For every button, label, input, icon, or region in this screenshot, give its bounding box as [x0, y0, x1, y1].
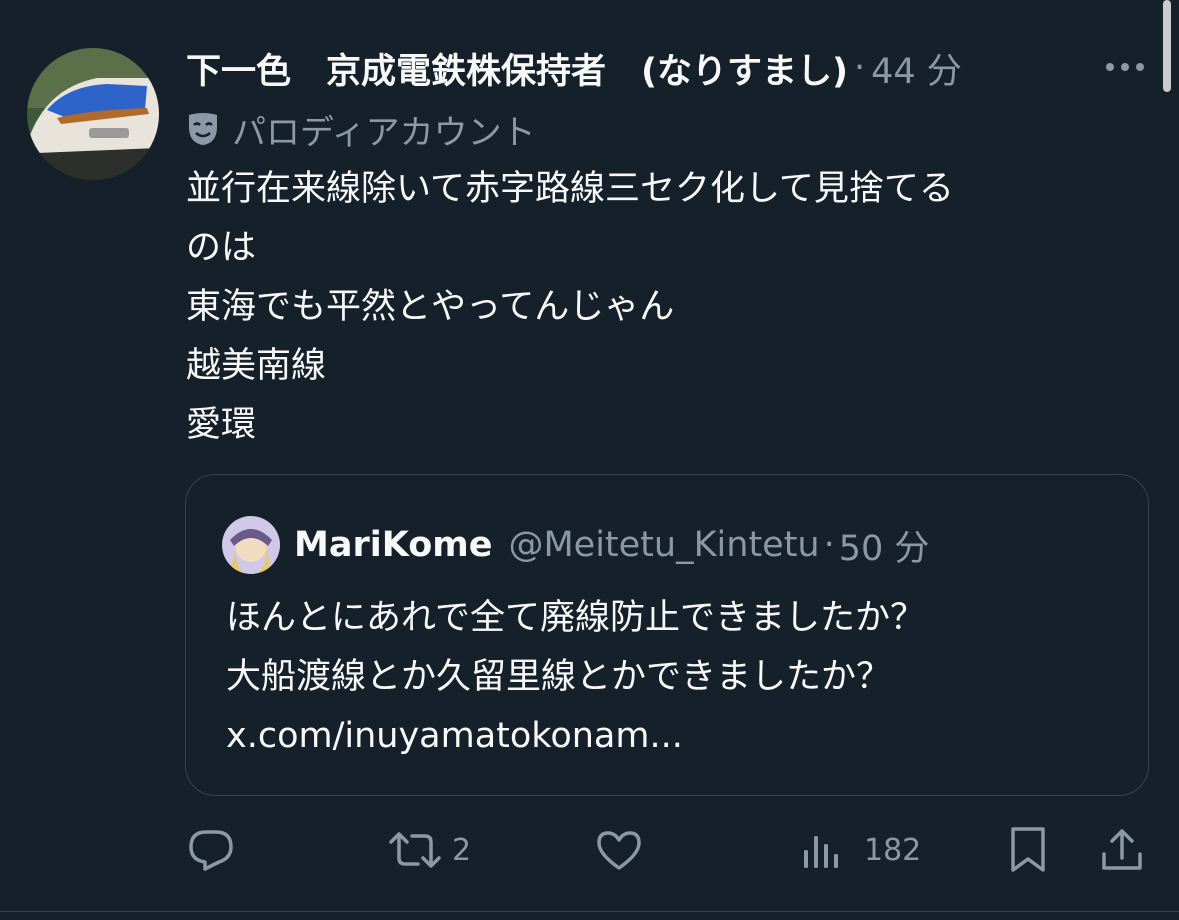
quoted-tweet-header: MariKome @Meitetu_Kintetu · 50 分: [222, 515, 929, 575]
quoted-tweet[interactable]: MariKome @Meitetu_Kintetu · 50 分 ほんとにあれで…: [185, 474, 1149, 796]
tweet-text-line: 並行在来線除いて赤字路線三セク化して見捨てる: [186, 169, 954, 209]
share-button[interactable]: [1100, 820, 1144, 880]
quoted-header-separator: ·: [823, 525, 835, 565]
heart-icon: [597, 831, 641, 870]
more-button[interactable]: [1100, 52, 1150, 82]
share-icon: [1102, 829, 1142, 870]
quoted-author-handle: @Meitetu_Kintetu: [508, 525, 820, 565]
like-button[interactable]: [596, 820, 642, 880]
bookmark-icon: [1011, 827, 1045, 872]
tweet-text-line: 東海でも平然とやってんじゃん: [186, 287, 675, 327]
quoted-author-name: MariKome: [294, 525, 493, 565]
views-button[interactable]: 182: [802, 820, 921, 880]
quoted-author-avatar: [222, 516, 280, 574]
mask-icon: [189, 113, 217, 145]
retweet-count: 2: [452, 832, 472, 868]
tweet-divider: [0, 911, 1179, 912]
author-avatar[interactable]: [27, 48, 159, 180]
bookmark-button[interactable]: [1008, 820, 1048, 880]
tweet-action-bar: 2 182: [0, 820, 1179, 880]
retweet-button[interactable]: 2: [388, 820, 471, 880]
tweet-timestamp[interactable]: 44 分: [871, 43, 962, 94]
tweet-text: 並行在来線除いて赤字路線三セク化して見捨てる のは 東海でも平然とやってんじゃん…: [186, 160, 1146, 455]
views-icon: [804, 836, 838, 868]
quoted-tweet-text: ほんとにあれで全て廃線防止できましたか？ 大船渡線とか久留里線とかできましたか？…: [226, 589, 1126, 766]
parody-account-label: パロディアカウント: [186, 104, 536, 154]
scrollbar[interactable]: [1163, 0, 1171, 92]
retweet-icon: [389, 832, 441, 868]
quoted-tweet-timestamp: 50 分: [838, 528, 930, 569]
reply-button[interactable]: [188, 820, 234, 880]
views-count: 182: [864, 832, 922, 868]
more-icon: [1106, 63, 1144, 71]
tweet-header: 下一色 京成電鉄株保持者 (なりすまし) · 44 分: [186, 40, 962, 96]
tweet-text-line: 愛環: [186, 405, 257, 445]
parody-label-text: パロディアカウント: [232, 112, 536, 153]
tweet-text-line: 越美南線: [186, 346, 327, 386]
tweet-text-line: のは: [186, 228, 257, 268]
author-display-name[interactable]: 下一色 京成電鉄株保持者 (なりすまし): [186, 43, 848, 94]
quoted-text-line: ほんとにあれで全て廃線防止できましたか？: [226, 598, 925, 638]
quoted-text-link[interactable]: x.com/inuyamatokonam...: [226, 707, 1126, 766]
quoted-text-line: 大船渡線とか久留里線とかできましたか？: [226, 657, 892, 697]
header-separator: ·: [854, 48, 866, 88]
reply-icon: [189, 830, 233, 871]
